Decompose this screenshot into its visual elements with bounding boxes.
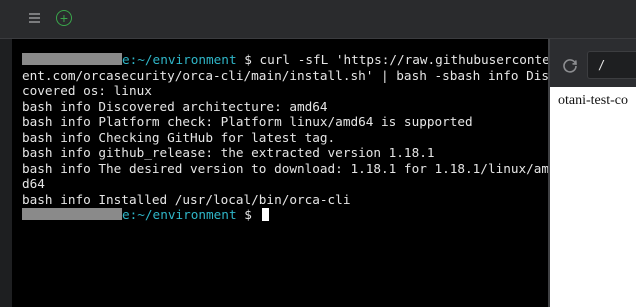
preview-toolbar: / (550, 39, 636, 87)
prompt-path: e:~/environment (122, 52, 237, 67)
redacted-username (22, 208, 122, 220)
output-line: bash info Discovered architecture: amd64 (22, 98, 328, 114)
output-line: bash info Installed /usr/local/bin/orca-… (22, 191, 351, 207)
refresh-icon[interactable] (562, 57, 578, 73)
command-continuation: covered os: linux (22, 83, 152, 98)
output-line: bash info Checking GitHub for latest tag… (22, 129, 336, 145)
preview-page-text: otani-test-co (558, 93, 628, 108)
output-line: d64 (22, 176, 45, 191)
terminal-panel[interactable]: e:~/environment $ curl -sfL 'https://raw… (12, 39, 548, 307)
terminal-command-line: e:~/environment $ curl -sfL 'https://raw… (22, 52, 548, 68)
terminal-output: e:~/environment $ curl -sfL 'https://raw… (22, 52, 548, 223)
hamburger-icon[interactable] (26, 9, 44, 27)
output-line: bash info github_release: the extracted … (22, 145, 435, 160)
redacted-username (22, 53, 122, 65)
command-text: curl -sfL 'https://raw.githubuserconte (251, 52, 548, 67)
command-continuation: ent.com/orcasecurity/orca-cli/main/insta… (22, 67, 548, 83)
plus-circle-icon[interactable]: + (56, 10, 72, 26)
preview-panel: / otani-test-co (550, 39, 636, 307)
prompt-symbol: $ (244, 52, 252, 67)
output-line: bash info Platform check: Platform linux… (22, 114, 473, 129)
output-line: bash info The desired version to downloa… (22, 160, 548, 176)
prompt-symbol: $ (244, 207, 252, 222)
terminal-cursor (261, 208, 269, 221)
terminal-prompt-line: e:~/environment $ (22, 207, 548, 223)
prompt-path: e:~/environment (122, 207, 237, 222)
preview-url-input[interactable]: / (587, 51, 636, 79)
ide-toolbar: + (0, 0, 636, 38)
